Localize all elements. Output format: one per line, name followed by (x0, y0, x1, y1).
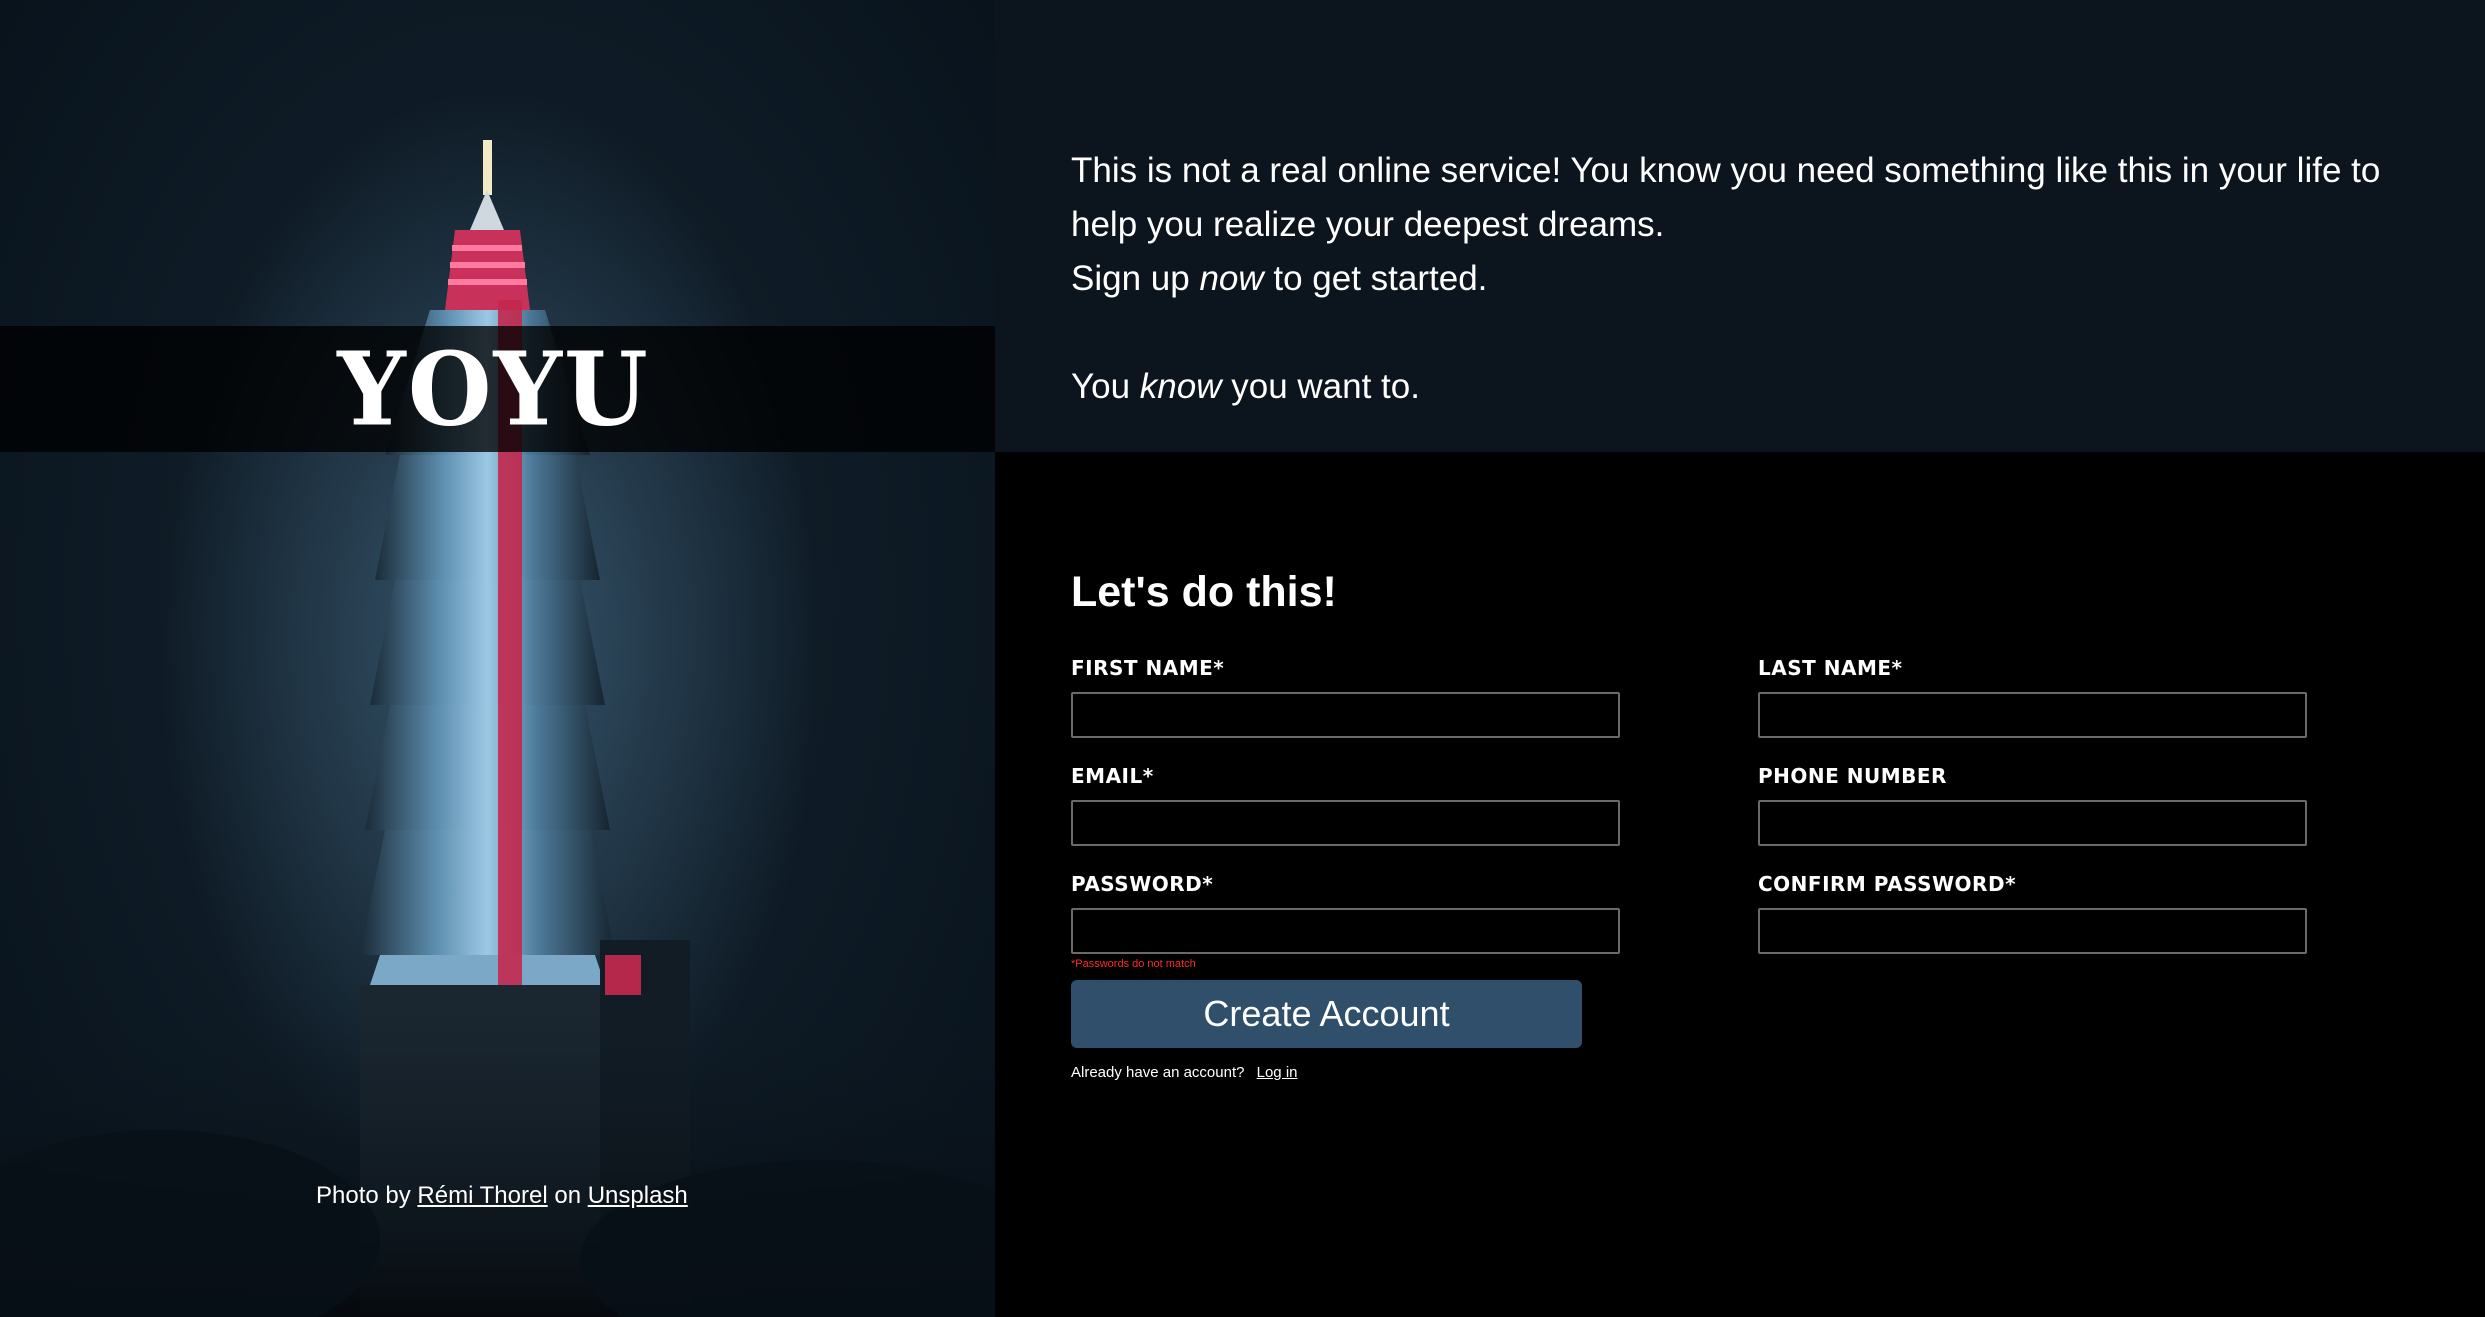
intro-line-3-end: you want to. (1221, 367, 1420, 406)
intro-line-1: This is not a real online service! You k… (1071, 151, 2381, 244)
signup-form: FIRST NAME* LAST NAME* EMAIL* PHONE NUMB… (1071, 654, 2409, 978)
password-error-message: *Passwords do not match (1071, 958, 1196, 970)
content-panel: This is not a real online service! You k… (995, 0, 2485, 1317)
first-name-label: FIRST NAME* (1071, 656, 1225, 680)
email-input[interactable] (1071, 800, 1620, 846)
photo-credit-prefix: Photo by (316, 1182, 418, 1209)
confirm-password-field: CONFIRM PASSWORD* (1758, 870, 2307, 978)
intro-line-3-start: You (1071, 367, 1140, 406)
brand-logo: YOYU (337, 329, 650, 449)
confirm-password-input[interactable] (1758, 908, 2307, 954)
email-field: EMAIL* (1071, 762, 1620, 870)
email-label: EMAIL* (1071, 764, 1154, 788)
first-name-input[interactable] (1071, 692, 1620, 738)
confirm-password-label: CONFIRM PASSWORD* (1758, 872, 2017, 896)
signup-page: YOYU Photo by Rémi Thorel on Unsplash Th… (0, 0, 2485, 1317)
login-prompt-text: Already have an account? (1071, 1064, 1245, 1081)
create-account-button[interactable]: Create Account (1071, 980, 1582, 1048)
intro-line-3: You know you want to. (1071, 360, 2425, 414)
login-prompt: Already have an account? Log in (1071, 1064, 2409, 1081)
intro-emphasis-know: know (1139, 367, 1222, 406)
signup-form-section: Let's do this! FIRST NAME* LAST NAME* EM… (995, 452, 2485, 1317)
intro-spacer (1071, 306, 2425, 360)
last-name-field: LAST NAME* (1758, 654, 2307, 762)
phone-input[interactable] (1758, 800, 2307, 846)
intro-section: This is not a real online service! You k… (995, 0, 2485, 452)
photo-credit: Photo by Rémi Thorel on Unsplash (316, 1182, 688, 1210)
intro-emphasis-now: now (1199, 259, 1264, 298)
photo-credit-middle: on (547, 1182, 588, 1209)
intro-line-2: Sign up now to get started. (1071, 252, 2425, 306)
phone-label: PHONE NUMBER (1758, 764, 1947, 788)
first-name-field: FIRST NAME* (1071, 654, 1620, 762)
photo-author-link[interactable]: Rémi Thorel (417, 1182, 547, 1209)
form-title: Let's do this! (1071, 568, 1337, 616)
logo-band: YOYU (0, 326, 995, 452)
last-name-input[interactable] (1758, 692, 2307, 738)
password-field: PASSWORD* *Passwords do not match (1071, 870, 1620, 978)
login-link[interactable]: Log in (1257, 1064, 1298, 1081)
intro-line-2-start: Sign up (1071, 259, 1200, 298)
password-input[interactable] (1071, 908, 1620, 954)
tower-photo (0, 90, 995, 1317)
intro-line-2-end: to get started. (1263, 259, 1488, 298)
unsplash-link[interactable]: Unsplash (588, 1182, 688, 1209)
hero-panel: YOYU Photo by Rémi Thorel on Unsplash (0, 0, 995, 1317)
phone-field: PHONE NUMBER (1758, 762, 2307, 870)
last-name-label: LAST NAME* (1758, 656, 1903, 680)
password-label: PASSWORD* (1071, 872, 1214, 896)
